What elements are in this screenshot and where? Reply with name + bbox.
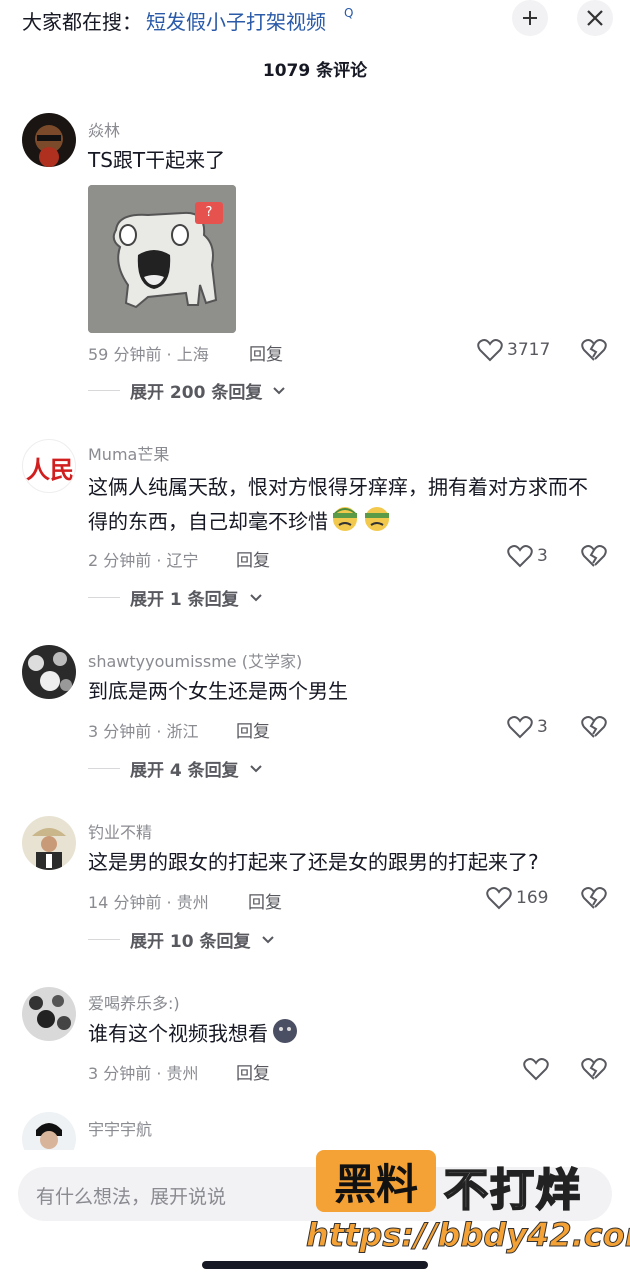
comment-meta: 2 分钟前 · 辽宁 xyxy=(88,551,199,570)
like-count: 3 xyxy=(537,717,548,737)
like-button[interactable]: 169 xyxy=(486,886,548,910)
reply-button[interactable]: 回复 xyxy=(249,340,283,365)
comment-meta: 3 分钟前 · 贵州 xyxy=(88,1064,199,1083)
reply-button[interactable]: 回复 xyxy=(236,1059,270,1084)
watermark-text: 不打烊 xyxy=(443,1164,582,1217)
watermark-url: https://bbdy42.com xyxy=(305,1216,630,1255)
avatar[interactable] xyxy=(22,645,76,699)
comment-username[interactable]: 焱林 xyxy=(88,117,120,141)
avatar[interactable] xyxy=(22,987,76,1041)
like-count: 169 xyxy=(516,888,549,908)
close-icon xyxy=(587,10,603,26)
expand-replies[interactable]: 展开 10 条回复 xyxy=(88,927,275,952)
search-prefix: 大家都在搜： xyxy=(22,10,142,34)
divider-line xyxy=(88,939,120,940)
divider-line xyxy=(88,768,120,769)
emoji-icon xyxy=(330,504,360,542)
expand-replies-label: 展开 200 条回复 xyxy=(130,383,263,403)
collapse-icon xyxy=(523,11,537,25)
like-count: 3 xyxy=(537,546,548,566)
like-button[interactable] xyxy=(523,1057,549,1081)
chevron-down-icon xyxy=(273,386,286,394)
chevron-down-icon xyxy=(261,935,274,943)
expand-replies[interactable]: 展开 4 条回复 xyxy=(88,756,263,781)
comment-text: 谁有这个视频我想看 xyxy=(88,1016,598,1054)
like-button[interactable]: 3 xyxy=(507,544,548,568)
dislike-button[interactable] xyxy=(581,715,607,743)
comment-text: 这是男的跟女的打起来了还是女的跟男的打起来了? xyxy=(88,850,539,874)
comment-meta: 59 分钟前 · 上海 xyxy=(88,345,209,364)
watermark-box: 黑料 xyxy=(316,1150,436,1212)
dislike-button[interactable] xyxy=(581,1057,607,1085)
comment-input-placeholder: 有什么想法，展开说说 xyxy=(36,1186,227,1208)
comment-text: 这俩人纯属天敌，恨对方恨得牙痒痒，拥有着对方求而不得的东西，自己却毫不珍惜 xyxy=(88,470,598,542)
comment-text: TS跟T干起来了 xyxy=(88,148,226,172)
expand-replies[interactable]: 展开 200 条回复 xyxy=(88,378,286,403)
divider-line xyxy=(88,597,120,598)
comment-text: 到底是两个女生还是两个男生 xyxy=(88,679,348,703)
comment-username[interactable]: shawtyyoumissme (艾学家) xyxy=(88,648,302,672)
comment-username[interactable]: 钓业不精 xyxy=(88,819,152,843)
comment-text-content: 谁有这个视频我想看 xyxy=(88,1021,268,1046)
like-button[interactable]: 3 xyxy=(507,715,548,739)
heart-icon xyxy=(477,339,503,362)
heart-icon xyxy=(507,545,533,568)
home-indicator xyxy=(202,1261,428,1269)
heart-icon xyxy=(507,716,533,739)
comment-username[interactable]: 爱喝养乐多:) xyxy=(88,990,180,1014)
search-suggestion-link[interactable]: 短发假小子打架视频 xyxy=(146,6,326,35)
search-icon[interactable]: Q xyxy=(344,6,353,20)
avatar-logo-text: 人民 xyxy=(26,455,74,484)
avatar[interactable] xyxy=(22,816,76,870)
avatar[interactable] xyxy=(22,113,76,167)
emoji-icon xyxy=(270,1016,300,1054)
reply-button[interactable]: 回复 xyxy=(248,888,282,913)
expand-replies[interactable]: 展开 1 条回复 xyxy=(88,585,263,610)
expand-replies-label: 展开 1 条回复 xyxy=(130,590,239,610)
close-button[interactable] xyxy=(577,0,613,36)
watermark: 黑料 不打烊 https://bbdy42.com xyxy=(305,1150,630,1260)
comment-meta: 3 分钟前 · 浙江 xyxy=(88,722,199,741)
broken-heart-icon xyxy=(581,887,607,909)
top-bar: 大家都在搜： 短发假小子打架视频 Q xyxy=(0,0,630,40)
comment-username[interactable]: Muma芒果 xyxy=(88,441,169,465)
reply-button[interactable]: 回复 xyxy=(236,546,270,571)
like-count: 3717 xyxy=(507,340,551,360)
broken-heart-icon xyxy=(581,339,607,361)
chevron-down-icon xyxy=(249,764,262,772)
like-button[interactable]: 3717 xyxy=(477,338,550,362)
broken-heart-icon xyxy=(581,1058,607,1080)
dislike-button[interactable] xyxy=(581,886,607,914)
reply-button[interactable]: 回复 xyxy=(236,717,270,742)
comment-count-title: 1079 条评论 xyxy=(262,61,368,81)
comment-meta: 14 分钟前 · 贵州 xyxy=(88,893,209,912)
chevron-down-icon xyxy=(249,593,262,601)
expand-replies-label: 展开 4 条回复 xyxy=(130,761,239,781)
broken-heart-icon xyxy=(581,545,607,567)
expand-replies-label: 展开 10 条回复 xyxy=(130,932,251,952)
collapse-button[interactable] xyxy=(512,0,548,36)
divider-line xyxy=(88,390,120,391)
comment-username[interactable]: 宇宇宇航 xyxy=(88,1116,152,1140)
avatar[interactable]: 人民 xyxy=(22,439,76,493)
heart-icon xyxy=(523,1058,549,1081)
broken-heart-icon xyxy=(581,716,607,738)
dislike-button[interactable] xyxy=(581,338,607,366)
emoji-icon xyxy=(362,504,392,542)
heart-icon xyxy=(486,887,512,910)
comment-image[interactable]: ? xyxy=(88,185,236,333)
dislike-button[interactable] xyxy=(581,544,607,572)
image-badge: ? xyxy=(195,202,223,224)
